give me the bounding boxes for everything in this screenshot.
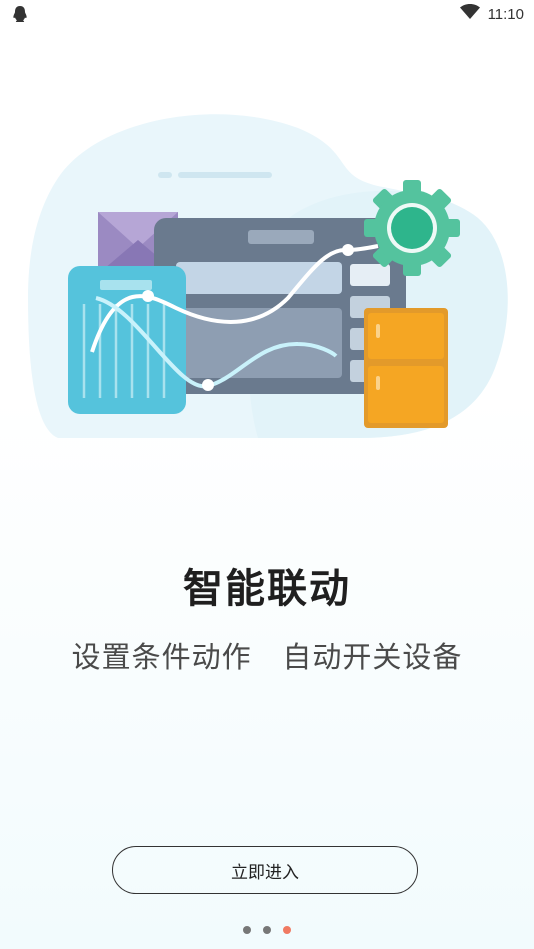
qq-penguin-icon [12,5,28,27]
pagination-dot-1[interactable] [243,926,251,934]
status-time: 11:10 [487,5,524,23]
wifi-icon [459,4,480,24]
enter-now-button-label: 立即进入 [231,862,299,883]
status-bar: 11:10 [0,0,534,28]
page-subtitle: 设置条件动作 自动开关设备 [71,640,463,674]
pagination-dots [0,926,534,934]
enter-now-button[interactable]: 立即进入 [112,846,418,894]
smart-linkage-illustration [28,108,518,450]
page-title: 智能联动 [183,566,351,612]
pagination-dot-3[interactable] [283,926,291,934]
pagination-dot-2[interactable] [263,926,271,934]
